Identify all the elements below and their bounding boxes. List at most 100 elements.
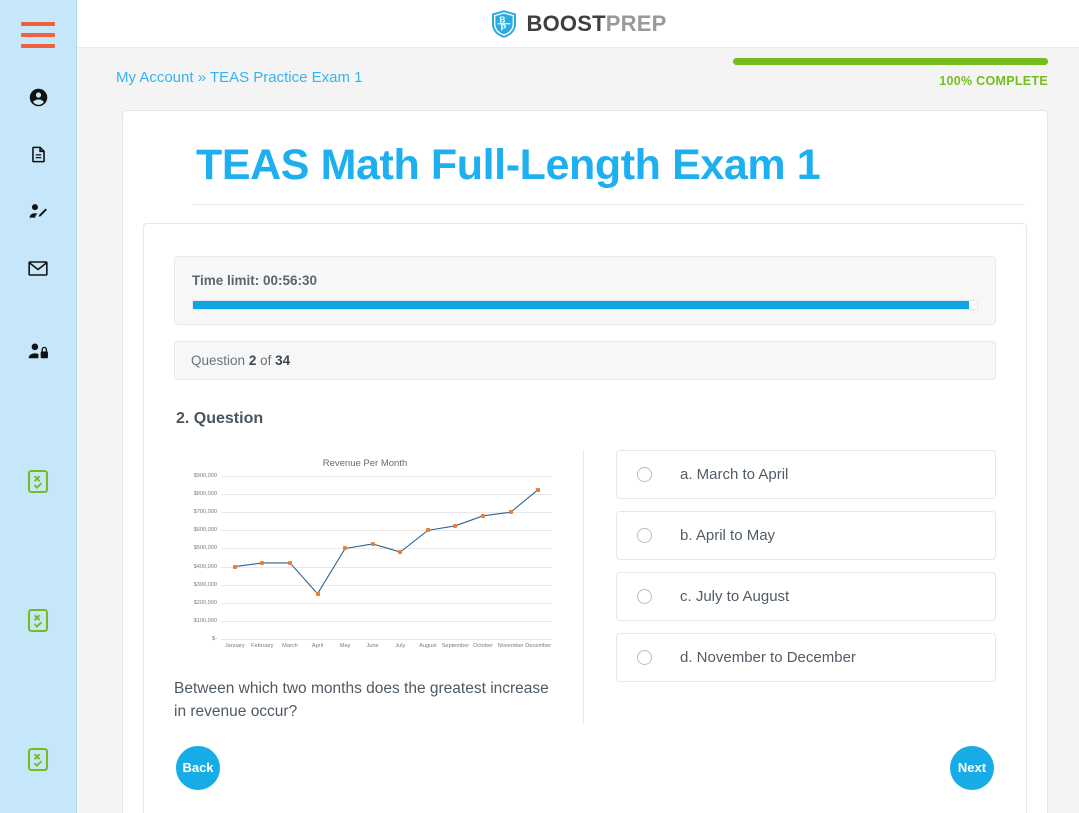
time-limit-box: Time limit: 00:56:30	[174, 256, 996, 325]
chart-data-point	[287, 560, 292, 565]
radio-button[interactable]	[637, 589, 652, 604]
counter-current: 2	[248, 353, 257, 368]
brand-logo[interactable]: B P BOOSTPREP	[490, 9, 667, 39]
exam-card: TEAS Math Full-Length Exam 1 Time limit:…	[122, 110, 1048, 813]
chart-x-tick-label: September	[441, 643, 470, 649]
breadcrumb-row: My Account » TEAS Practice Exam 1 100% C…	[77, 48, 1079, 110]
chart-gridline	[221, 639, 552, 640]
chart-y-tick-label: $800,000	[193, 491, 217, 498]
envelope-icon	[28, 260, 48, 277]
boostprep-shield-icon: B P	[490, 9, 518, 39]
chart-data-point	[453, 523, 458, 528]
question-body: Revenue Per Month $- $100,000 $200,000 $300…	[174, 450, 996, 724]
answer-option-label: d. November to December	[680, 649, 856, 666]
hamburger-line	[21, 22, 55, 26]
answer-options: a. March to April b. April to May c. July …	[584, 450, 996, 724]
chart-data-point	[315, 591, 320, 596]
chart-data-point	[536, 487, 541, 492]
user-edit-icon	[27, 201, 49, 222]
breadcrumb[interactable]: My Account » TEAS Practice Exam 1	[116, 69, 363, 86]
chart-plot-area	[221, 476, 552, 640]
chart-title: Revenue Per Month	[322, 458, 408, 469]
chart-data-point	[260, 560, 265, 565]
sidebar-item-quiz-2[interactable]	[21, 603, 55, 637]
hamburger-line	[21, 33, 55, 37]
quiz-checklist-icon	[27, 608, 49, 633]
chart-data-point	[370, 541, 375, 546]
course-progress: 100% COMPLETE	[733, 58, 1048, 88]
back-button[interactable]: Back	[176, 745, 220, 790]
counter-middle: of	[260, 353, 272, 368]
chart-y-tick-label: $200,000	[193, 599, 217, 606]
chart-data-point	[508, 510, 513, 515]
chart-y-tick-label: $400,000	[193, 563, 217, 570]
brand-name: BOOSTPREP	[527, 11, 667, 37]
title-divider	[193, 204, 1025, 205]
chart-y-tick-label: $100,000	[193, 617, 217, 624]
chart-series-line	[221, 476, 552, 639]
hamburger-line	[21, 44, 55, 48]
chart-y-tick-label: $900,000	[193, 473, 217, 479]
chart-x-tick-label: October	[473, 643, 493, 649]
next-button[interactable]: Next	[950, 745, 994, 790]
question-text: Between which two months does the greate…	[174, 680, 549, 721]
chart-y-tick-label: $-	[212, 636, 217, 642]
user-lock-icon	[27, 341, 50, 361]
chart-x-axis: January February March April May June July Augu…	[221, 643, 552, 657]
revenue-chart: Revenue Per Month $- $100,000 $200,000 $300…	[174, 450, 556, 663]
sidebar-item-quiz-3[interactable]	[21, 742, 55, 776]
main-content: B P BOOSTPREP My Account » TEAS Practice…	[77, 0, 1079, 813]
navigation-row: Back Next	[174, 745, 996, 790]
sidebar-item-messages[interactable]	[21, 251, 55, 285]
chart-x-tick-label: December	[525, 643, 552, 649]
progress-label: 100% COMPLETE	[939, 74, 1048, 88]
chart-x-tick-label: July	[395, 643, 406, 649]
time-limit-label: Time limit: 00:56:30	[192, 273, 318, 288]
app-root: B P BOOSTPREP My Account » TEAS Practice…	[0, 0, 1079, 813]
chart-y-axis: $- $100,000 $200,000 $300,000 $400,000 $500,0…	[174, 473, 217, 642]
chart-x-tick-label: April	[311, 643, 324, 649]
sidebar-item-quiz-1[interactable]	[21, 464, 55, 498]
radio-button[interactable]	[637, 467, 652, 482]
chart-x-tick-label: May	[339, 643, 351, 649]
chart-x-tick-label: June	[366, 643, 379, 649]
counter-prefix: Question	[191, 353, 246, 368]
chart-x-tick-label: January	[224, 643, 245, 649]
chart-y-tick-label: $600,000	[193, 527, 217, 534]
progress-fill	[733, 58, 1048, 65]
sidebar-item-documents[interactable]	[21, 137, 55, 171]
menu-toggle-icon[interactable]	[21, 22, 55, 48]
logo-text-bold: BOOST	[526, 10, 606, 36]
account-circle-icon	[28, 87, 49, 108]
question-heading: 2. Question	[176, 410, 264, 427]
answer-option-a[interactable]: a. March to April	[616, 450, 996, 499]
chart-x-tick-label: November	[497, 643, 524, 649]
answer-option-d[interactable]: d. November to December	[616, 633, 996, 682]
answer-option-label: b. April to May	[680, 527, 776, 544]
sidebar-item-account-security[interactable]	[21, 334, 55, 368]
answer-option-b[interactable]: b. April to May	[616, 511, 996, 560]
chart-x-tick-label: August	[419, 643, 437, 649]
answer-option-c[interactable]: c. July to August	[616, 572, 996, 621]
radio-button[interactable]	[637, 528, 652, 543]
sidebar-item-account[interactable]	[21, 80, 55, 114]
sidebar-item-edit-profile[interactable]	[21, 194, 55, 228]
question-left-column: Revenue Per Month $- $100,000 $200,000 $300…	[174, 450, 584, 724]
document-icon	[29, 144, 48, 165]
chart-data-point	[398, 550, 403, 555]
logo-text-light: PREP	[605, 10, 667, 36]
sidebar	[0, 0, 77, 813]
chart-y-tick-label: $500,000	[193, 545, 217, 552]
answer-option-label: c. July to August	[680, 588, 790, 605]
question-counter: Question 2 of 34	[174, 341, 996, 380]
chart-y-tick-label: $700,000	[193, 509, 217, 516]
top-bar: B P BOOSTPREP	[77, 0, 1079, 48]
quiz-checklist-icon	[27, 469, 49, 494]
radio-button[interactable]	[637, 650, 652, 665]
time-limit-track	[192, 300, 978, 310]
progress-track	[733, 58, 1048, 65]
chart-data-point	[232, 564, 237, 569]
quiz-checklist-icon	[27, 747, 49, 772]
chart-data-point	[481, 513, 486, 518]
quiz-container: Time limit: 00:56:30 Question 2 of 34 2.…	[143, 223, 1027, 813]
